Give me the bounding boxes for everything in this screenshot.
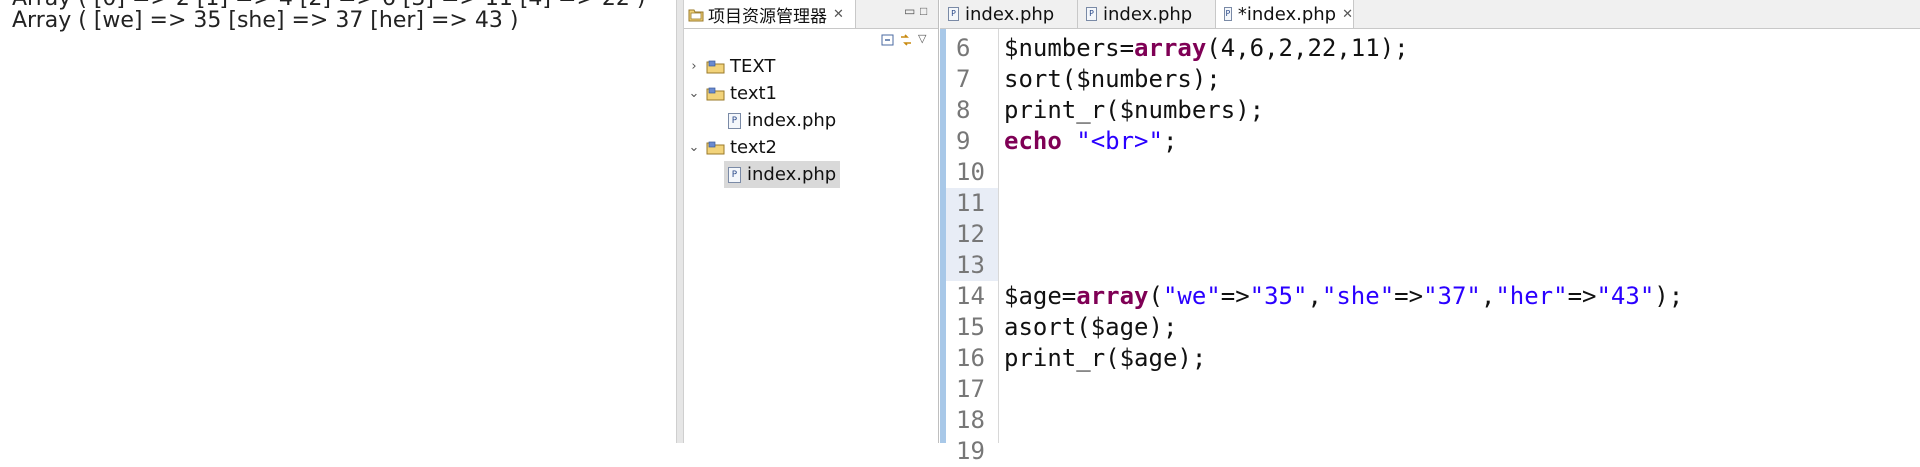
tree-item-label: text2 — [730, 137, 777, 158]
code-string: "<br>" — [1061, 127, 1163, 155]
panel-splitter[interactable] — [676, 0, 684, 443]
line-number: 6 — [956, 34, 971, 62]
line-number: 7 — [956, 65, 971, 93]
code-token: , — [1480, 282, 1496, 310]
code-string: "we" — [1162, 282, 1221, 310]
chevron-down-icon[interactable]: ⌄ — [688, 140, 700, 155]
tree-item-text1-index[interactable]: P index.php — [728, 107, 836, 134]
explorer-title: 项目资源管理器 — [708, 6, 827, 27]
code-token: ); — [1654, 282, 1684, 310]
tab-label: *index.php — [1237, 3, 1337, 25]
code-keyword: array — [1134, 34, 1207, 62]
tree-item-label: text1 — [730, 83, 777, 104]
tree-item-label: index.php — [747, 110, 837, 131]
editor-tab-active[interactable]: P *index.php ✕ — [1216, 0, 1354, 28]
project-folder-icon — [706, 59, 726, 75]
code-token: => — [1567, 282, 1597, 310]
maximize-icon[interactable]: □ — [920, 4, 927, 18]
code-token: => — [1220, 282, 1250, 310]
line-number: 16 — [956, 344, 985, 372]
output-line-2: Array ( [we] => 35 [she] => 37 [her] => … — [12, 8, 519, 33]
project-folder-icon — [706, 86, 726, 102]
code-string: "she" — [1321, 282, 1395, 310]
code-string: "43" — [1596, 282, 1655, 310]
explorer-tab[interactable]: 项目资源管理器 ✕ — [684, 0, 856, 28]
code-area[interactable]: $numbers=array(4,6,2,22,11); sort($numbe… — [1004, 29, 1920, 443]
project-folder-icon — [706, 140, 726, 156]
code-keyword: echo — [1004, 127, 1062, 155]
editor-tab-bar: P index.php P index.php P *index.php ✕ — [940, 0, 1920, 29]
link-editor-icon[interactable] — [898, 32, 914, 48]
minimize-icon[interactable]: ▭ — [904, 4, 915, 18]
close-icon[interactable]: ✕ — [1342, 7, 1353, 22]
code-token: $numbers= — [1004, 34, 1135, 62]
tree-item-label: index.php — [747, 164, 837, 185]
chevron-down-icon[interactable]: ⌄ — [688, 86, 700, 101]
line-number: 14 — [956, 282, 985, 310]
close-icon[interactable]: ✕ — [833, 6, 844, 22]
php-file-icon: P — [1224, 7, 1232, 21]
code-token: (4,6,2,22,11); — [1206, 34, 1409, 62]
php-file-icon: P — [728, 166, 741, 183]
code-line-9: echo "<br>"; — [1004, 126, 1177, 157]
line-number: 19 — [956, 437, 985, 465]
tree-item-text2[interactable]: ⌄ text2 — [688, 134, 777, 161]
editor-tab-2[interactable]: P index.php — [1078, 0, 1216, 28]
line-number: 13 — [946, 250, 998, 281]
tab-label: index.php — [1103, 3, 1193, 25]
explorer-toolbar: ▽ — [684, 29, 938, 51]
code-string: "her" — [1495, 282, 1568, 310]
browser-output: Array ( [0] => 2 [1] => 4 [2] => 6 [3] =… — [0, 0, 676, 443]
explorer-folder-icon — [688, 8, 704, 22]
code-string: "35" — [1249, 282, 1308, 310]
line-number: 9 — [956, 127, 971, 155]
editor-tab-1[interactable]: P index.php — [940, 0, 1078, 28]
view-menu-icon[interactable]: ▽ — [918, 32, 934, 48]
tab-label: index.php — [965, 3, 1055, 25]
code-line-16: print_r($age); — [1004, 344, 1207, 372]
tree-item-text2-index[interactable]: P index.php — [724, 161, 841, 188]
line-number: 18 — [956, 406, 985, 434]
tree-item-text[interactable]: › TEXT — [688, 53, 775, 80]
code-token: $age= — [1004, 282, 1077, 310]
code-token: ( — [1148, 282, 1163, 310]
chevron-right-icon[interactable]: › — [688, 59, 700, 74]
code-line-8: print_r($numbers); — [1004, 96, 1265, 124]
line-number: 12 — [946, 219, 998, 250]
collapse-all-icon[interactable] — [880, 32, 896, 48]
line-number: 11 — [946, 188, 998, 219]
tree-item-label: TEXT — [730, 56, 776, 77]
line-number: 15 — [956, 313, 985, 341]
line-number-gutter: 6 7 8 9 10 11 12 13 14 15 16 17 18 19 — [946, 29, 999, 465]
code-line-14: $age=array("we"=>"35","she"=>"37","her"=… — [1004, 281, 1683, 312]
line-number: 10 — [956, 158, 985, 186]
php-file-icon: P — [728, 112, 741, 129]
code-token: ; — [1162, 127, 1178, 155]
line-number: 8 — [956, 96, 971, 124]
line-number: 17 — [956, 375, 985, 403]
project-explorer: 项目资源管理器 ✕ ▭ □ ▽ › TEXT ⌄ text1 P index.p… — [684, 0, 939, 443]
php-file-icon: P — [1086, 7, 1097, 21]
php-file-icon: P — [948, 7, 959, 21]
code-token: , — [1307, 282, 1322, 310]
code-keyword: array — [1076, 282, 1149, 310]
code-token: => — [1394, 282, 1424, 310]
code-line-15: asort($age); — [1004, 313, 1178, 341]
explorer-header: 项目资源管理器 ✕ ▭ □ — [684, 0, 938, 29]
tree-item-text1[interactable]: ⌄ text1 — [688, 80, 777, 107]
code-editor: P index.php P index.php P *index.php ✕ 6… — [940, 0, 1920, 465]
code-string: "37" — [1423, 282, 1481, 310]
code-line-6: $numbers=array(4,6,2,22,11); — [1004, 33, 1409, 64]
code-line-7: sort($numbers); — [1004, 65, 1221, 93]
